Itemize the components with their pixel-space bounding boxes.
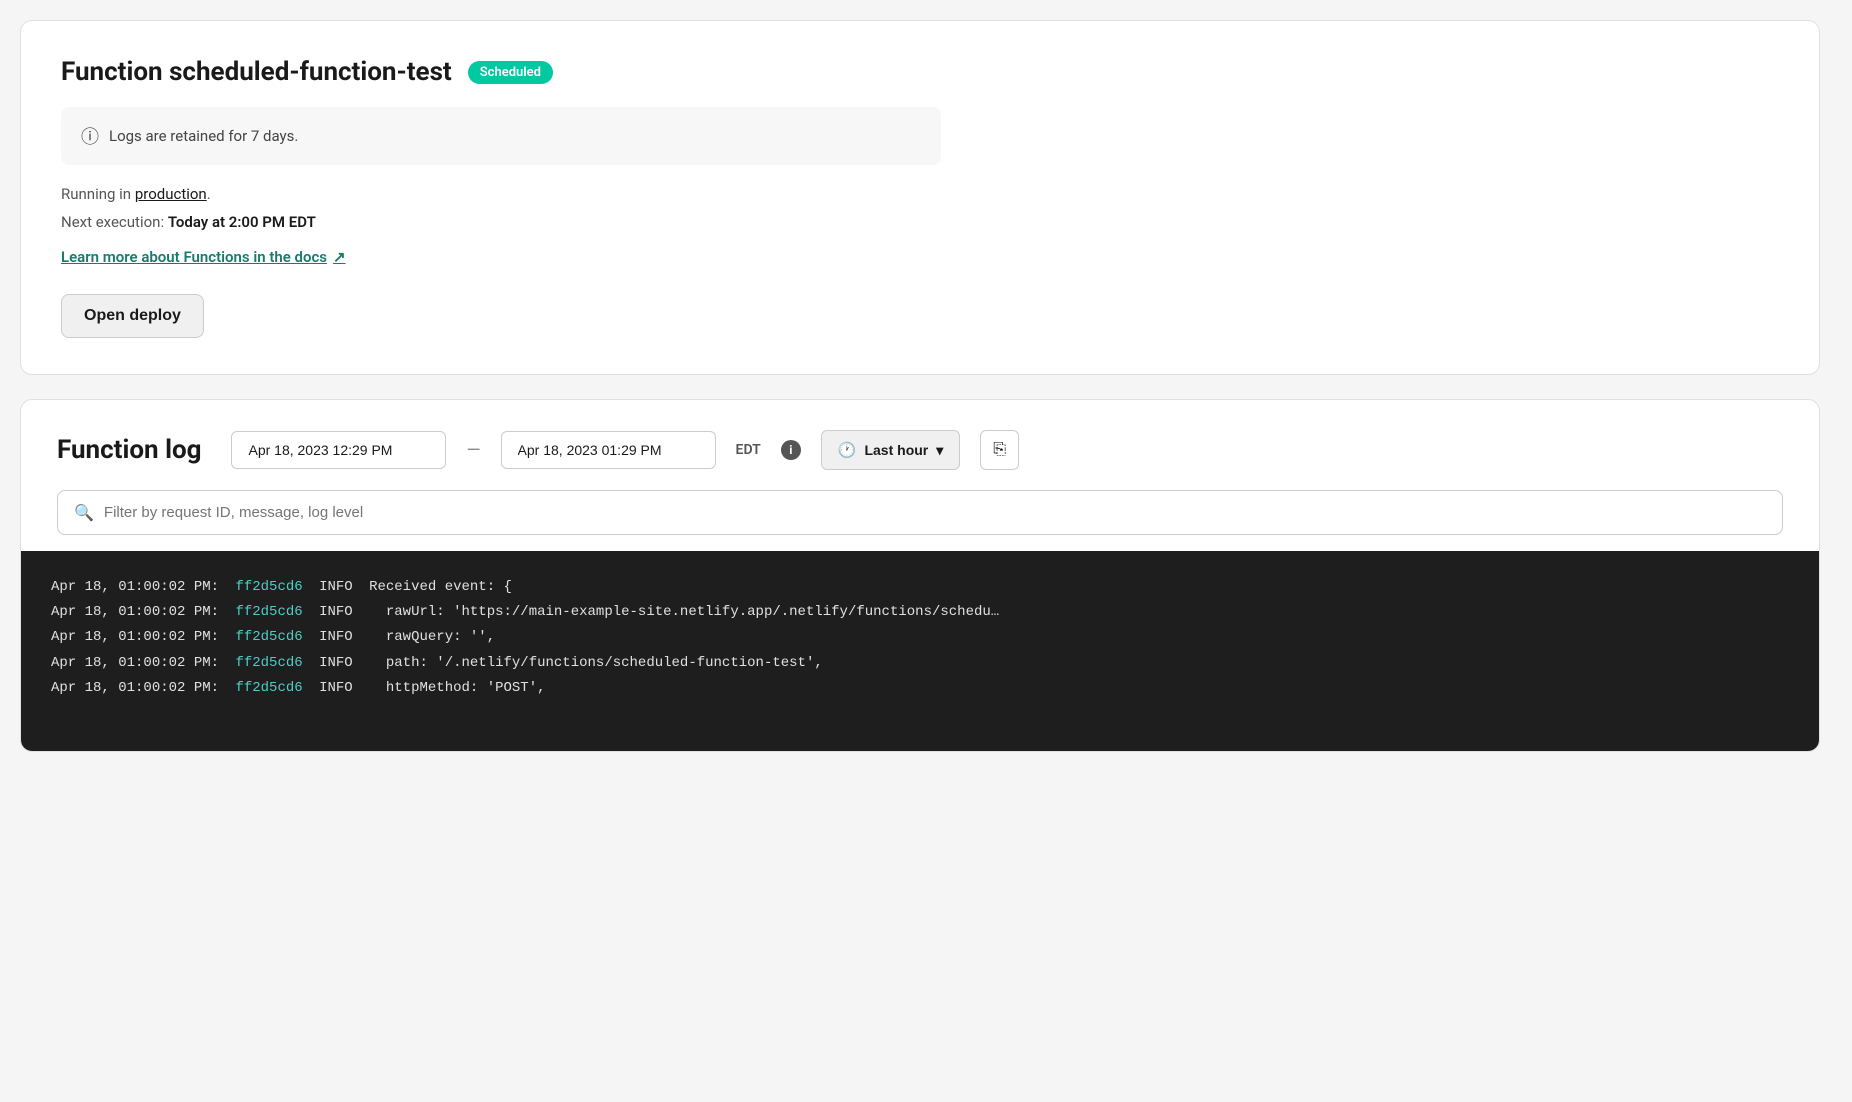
start-date-input[interactable] xyxy=(231,431,446,469)
log-line: Apr 18, 01:00:02 PM: ff2d5cd6 INFO rawUr… xyxy=(51,600,1789,625)
log-date: Apr 18, 01:00:02 PM: xyxy=(51,625,227,650)
log-request-id: ff2d5cd6 xyxy=(235,575,311,600)
info-box: ⓘ Logs are retained for 7 days. xyxy=(61,107,941,165)
timezone-label: EDT xyxy=(736,442,761,458)
function-log-card: Function log — EDT i 🕐 Last hour ▾ ⎘ 🔍 A… xyxy=(20,399,1820,752)
log-date: Apr 18, 01:00:02 PM: xyxy=(51,651,227,676)
log-level: INFO xyxy=(319,625,361,650)
info-icon: ⓘ xyxy=(81,123,99,149)
timezone-info-icon[interactable]: i xyxy=(781,440,801,460)
export-icon: ⎘ xyxy=(993,441,1006,458)
log-date: Apr 18, 01:00:02 PM: xyxy=(51,676,227,701)
filter-input[interactable] xyxy=(104,504,1766,521)
log-request-id: ff2d5cd6 xyxy=(235,625,311,650)
log-message: rawUrl: 'https://main-example-site.netli… xyxy=(369,600,999,625)
log-message: httpMethod: 'POST', xyxy=(369,676,545,701)
production-link[interactable]: production xyxy=(135,185,207,203)
date-separator: — xyxy=(466,440,480,461)
docs-link[interactable]: Learn more about Functions in the docs ↗ xyxy=(61,248,346,266)
log-line: Apr 18, 01:00:02 PM: ff2d5cd6 INFO rawQu… xyxy=(51,625,1789,650)
end-date-input[interactable] xyxy=(501,431,716,469)
filter-row: 🔍 xyxy=(21,490,1819,551)
log-request-id: ff2d5cd6 xyxy=(235,651,311,676)
info-message: Logs are retained for 7 days. xyxy=(109,127,298,145)
log-line: Apr 18, 01:00:02 PM: ff2d5cd6 INFO httpM… xyxy=(51,676,1789,701)
log-line: Apr 18, 01:00:02 PM: ff2d5cd6 INFO Recei… xyxy=(51,575,1789,600)
log-level: INFO xyxy=(319,600,361,625)
log-title: Function log xyxy=(57,435,201,465)
function-header: Function scheduled-function-test Schedul… xyxy=(61,57,1779,87)
log-request-id: ff2d5cd6 xyxy=(235,600,311,625)
open-deploy-button[interactable]: Open deploy xyxy=(61,294,204,338)
log-date: Apr 18, 01:00:02 PM: xyxy=(51,600,227,625)
clock-icon: 🕐 xyxy=(838,441,857,459)
chevron-down-icon: ▾ xyxy=(936,442,943,459)
log-message: path: '/.netlify/functions/scheduled-fun… xyxy=(369,651,823,676)
filter-input-wrap: 🔍 xyxy=(57,490,1783,535)
log-level: INFO xyxy=(319,676,361,701)
log-line: Apr 18, 01:00:02 PM: ff2d5cd6 INFO path:… xyxy=(51,651,1789,676)
external-link-icon: ↗ xyxy=(333,248,346,266)
search-icon: 🔍 xyxy=(74,503,94,522)
scheduled-badge: Scheduled xyxy=(468,61,553,84)
function-info-card: Function scheduled-function-test Schedul… xyxy=(20,20,1820,375)
log-header: Function log — EDT i 🕐 Last hour ▾ ⎘ xyxy=(21,400,1819,490)
log-level: INFO xyxy=(319,651,361,676)
log-request-id: ff2d5cd6 xyxy=(235,676,311,701)
log-message: rawQuery: '', xyxy=(369,625,495,650)
last-hour-label: Last hour xyxy=(864,442,928,458)
function-title: Function scheduled-function-test xyxy=(61,57,452,87)
log-level: INFO xyxy=(319,575,361,600)
export-button[interactable]: ⎘ xyxy=(980,430,1019,470)
docs-link-text: Learn more about Functions in the docs xyxy=(61,248,327,266)
log-terminal: Apr 18, 01:00:02 PM: ff2d5cd6 INFO Recei… xyxy=(21,551,1819,751)
next-execution-text: Next execution: Today at 2:00 PM EDT xyxy=(61,213,1779,231)
log-message: Received event: { xyxy=(369,575,512,600)
running-text: Running in production. xyxy=(61,185,1779,203)
log-date: Apr 18, 01:00:02 PM: xyxy=(51,575,227,600)
last-hour-button[interactable]: 🕐 Last hour ▾ xyxy=(821,430,961,470)
